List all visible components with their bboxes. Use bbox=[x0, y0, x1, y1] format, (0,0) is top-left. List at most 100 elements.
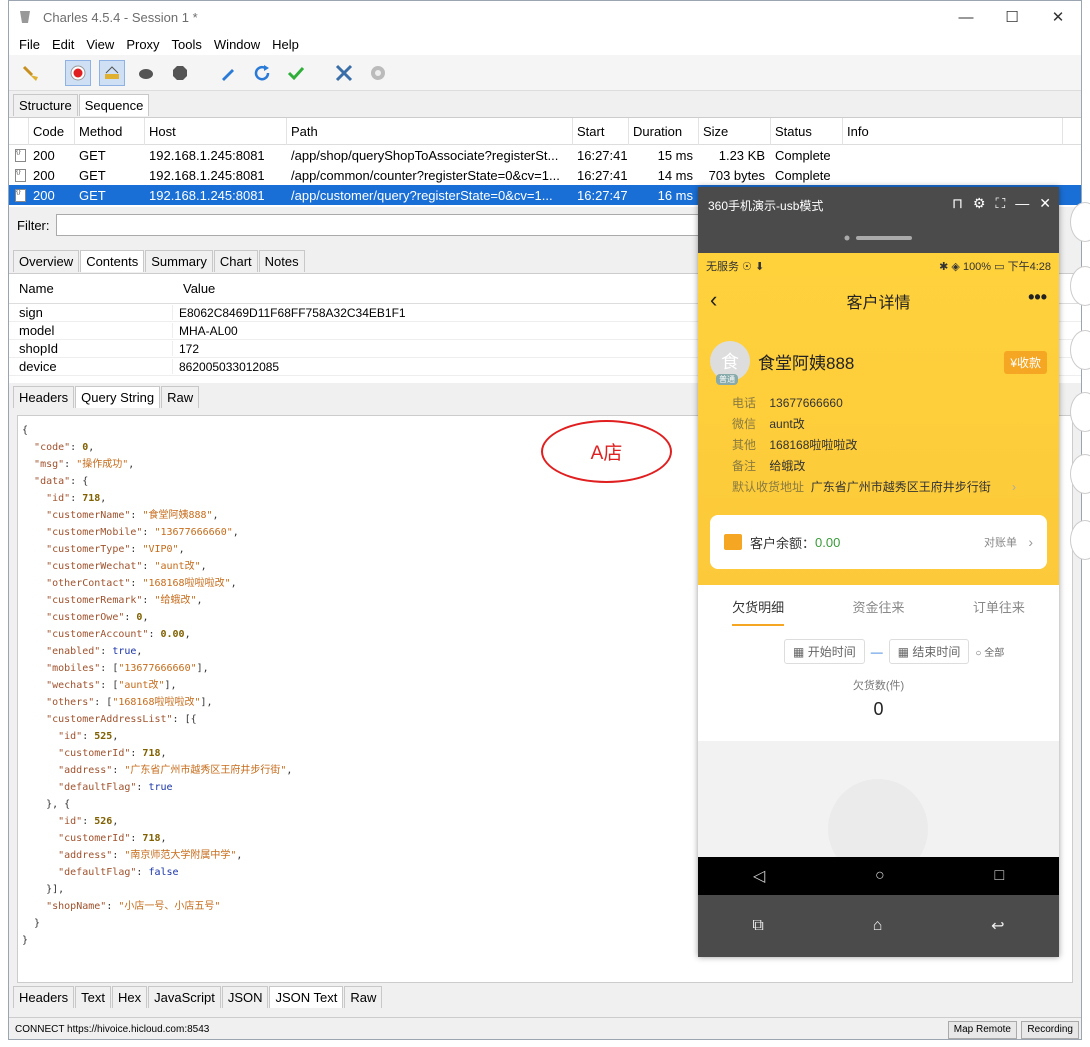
tab-query-string[interactable]: Query String bbox=[75, 386, 161, 408]
tab-owed-goods[interactable]: 欠货明细 bbox=[732, 597, 785, 626]
balance-card[interactable]: 客户余额： 0.00 对账单 › bbox=[710, 515, 1047, 569]
recording-button[interactable]: Recording bbox=[1021, 1021, 1079, 1039]
settings-icon[interactable]: ⚙ bbox=[973, 195, 986, 212]
android-back-icon[interactable]: ◁ bbox=[753, 866, 765, 886]
mirror-nav-bar: ⧉ ⌂ ↩ bbox=[698, 895, 1059, 957]
phone-window-bar: 360手机演示-usb模式 ⊓ ⚙ ⛶ — ✕ bbox=[698, 187, 1059, 223]
tab-javascript[interactable]: JavaScript bbox=[148, 986, 221, 1008]
col-path[interactable]: Path bbox=[287, 117, 573, 145]
fullscreen-icon[interactable]: ⛶ bbox=[995, 195, 1005, 212]
menu-proxy[interactable]: Proxy bbox=[120, 37, 165, 52]
menu-tools[interactable]: Tools bbox=[166, 37, 208, 52]
tab-body-headers[interactable]: Headers bbox=[13, 986, 75, 1008]
col-size[interactable]: Size bbox=[699, 117, 771, 145]
status-connect: CONNECT https://hivoice.hicloud.com:8543 bbox=[15, 1024, 210, 1035]
android-home-icon[interactable]: ○ bbox=[875, 867, 885, 885]
calendar-icon: ▦ bbox=[897, 645, 910, 659]
tab-raw[interactable]: Raw bbox=[161, 386, 200, 408]
table-row[interactable]: 200 GET 192.168.1.245:8081 /app/common/c… bbox=[9, 165, 1081, 185]
top-tabs: Structure Sequence bbox=[9, 91, 1081, 116]
annotation-ellipse: A店 bbox=[541, 420, 672, 483]
tab-contents[interactable]: Contents bbox=[80, 250, 145, 272]
tab-summary[interactable]: Summary bbox=[145, 250, 213, 272]
col-method[interactable]: Method bbox=[75, 117, 145, 145]
phone-status-bar: 无服务 ☉ ⬇ ✱ ◈ 100% ▭ 下午4:28 bbox=[706, 261, 1051, 273]
collect-payment-button[interactable]: ¥收款 bbox=[1004, 351, 1047, 374]
tab-json-text[interactable]: JSON Text bbox=[269, 986, 344, 1008]
start-time-button[interactable]: ▦ 开始时间 bbox=[784, 639, 865, 664]
menu-help[interactable]: Help bbox=[266, 37, 305, 52]
customer-info: 电话 13677666660 微信 aunt改 其他 168168啦啦啦改 备注… bbox=[732, 393, 1016, 498]
menu-file[interactable]: File bbox=[13, 37, 46, 52]
chevron-right-icon: › bbox=[1028, 534, 1033, 550]
tab-chart[interactable]: Chart bbox=[213, 250, 258, 272]
mirror-back-icon[interactable]: ↩ bbox=[991, 916, 1004, 936]
address-row[interactable]: 默认收货地址 广东省广州市越秀区王府井步行街 › bbox=[732, 477, 1016, 498]
tab-hex[interactable]: Hex bbox=[111, 986, 148, 1008]
throttle-icon[interactable] bbox=[99, 59, 125, 86]
tab-sequence[interactable]: Sequence bbox=[78, 94, 150, 116]
mirror-home-icon[interactable]: ⌂ bbox=[873, 917, 883, 935]
refresh-icon[interactable] bbox=[249, 60, 275, 86]
menu-window[interactable]: Window bbox=[208, 37, 266, 52]
balance-value: 0.00 bbox=[815, 534, 841, 550]
dock-icon[interactable]: ⊓ bbox=[952, 195, 963, 212]
check-icon[interactable] bbox=[283, 60, 309, 86]
tab-overview[interactable]: Overview bbox=[13, 250, 80, 272]
col-start[interactable]: Start bbox=[573, 117, 629, 145]
minimize-button[interactable]: — bbox=[943, 1, 989, 33]
gear-icon[interactable] bbox=[365, 60, 391, 86]
phone-drag-handle[interactable] bbox=[698, 223, 1059, 253]
broom-icon[interactable] bbox=[17, 60, 43, 86]
android-recents-icon[interactable]: □ bbox=[994, 867, 1004, 885]
json-file-icon bbox=[15, 168, 26, 182]
body-view-tabs: Headers Text Hex JavaScript JSON JSON Te… bbox=[9, 983, 383, 1008]
calendar-icon: ▦ bbox=[793, 645, 805, 659]
minimize-icon[interactable]: — bbox=[1015, 195, 1029, 212]
menu-view[interactable]: View bbox=[80, 37, 120, 52]
statement-link[interactable]: 对账单 bbox=[984, 534, 1017, 550]
col-status[interactable]: Status bbox=[771, 117, 843, 145]
avatar-tag: 普通 bbox=[716, 374, 738, 385]
close-icon[interactable]: ✕ bbox=[1039, 195, 1051, 212]
content-tabs: Overview Contents Summary Chart Notes bbox=[9, 247, 306, 272]
tab-notes[interactable]: Notes bbox=[258, 250, 305, 272]
all-radio[interactable]: ○ 全部 bbox=[975, 644, 1004, 659]
json-file-icon bbox=[15, 148, 26, 162]
kv-head-value: Value bbox=[183, 281, 216, 296]
pen-icon[interactable] bbox=[215, 60, 241, 86]
tab-text[interactable]: Text bbox=[75, 986, 111, 1008]
table-row[interactable]: 200 GET 192.168.1.245:8081 /app/shop/que… bbox=[9, 145, 1081, 165]
tab-orders[interactable]: 订单往来 bbox=[973, 597, 1025, 626]
status-bar: CONNECT https://hivoice.hicloud.com:8543… bbox=[9, 1017, 1081, 1039]
map-remote-button[interactable]: Map Remote bbox=[947, 1021, 1017, 1039]
menu-edit[interactable]: Edit bbox=[46, 37, 80, 52]
col-host[interactable]: Host bbox=[145, 117, 287, 145]
owe-value: 0 bbox=[873, 699, 884, 719]
close-button[interactable]: ✕ bbox=[1035, 1, 1081, 33]
back-arrow-icon[interactable]: ‹ bbox=[710, 287, 717, 313]
owe-label: 欠货数(件) bbox=[852, 680, 905, 692]
tab-headers[interactable]: Headers bbox=[13, 386, 75, 408]
turtle-icon[interactable] bbox=[133, 60, 159, 86]
col-duration[interactable]: Duration bbox=[629, 117, 699, 145]
tab-structure[interactable]: Structure bbox=[13, 94, 78, 116]
tab-json[interactable]: JSON bbox=[221, 986, 269, 1008]
col-info[interactable]: Info bbox=[843, 117, 1063, 145]
tools-icon[interactable] bbox=[331, 60, 357, 86]
json-file-icon bbox=[15, 188, 26, 202]
sequence-header: Code Method Host Path Start Duration Siz… bbox=[9, 117, 1081, 145]
record-icon[interactable] bbox=[65, 59, 91, 86]
more-icon[interactable]: ••• bbox=[1028, 287, 1047, 308]
maximize-button[interactable]: ☐ bbox=[989, 1, 1035, 33]
stop-icon[interactable] bbox=[167, 60, 193, 86]
page-title: 客户详情 bbox=[846, 295, 911, 312]
end-time-button[interactable]: ▦ 结束时间 bbox=[888, 639, 970, 664]
phone-mirror-window: 360手机演示-usb模式 ⊓ ⚙ ⛶ — ✕ 无服务 ☉ ⬇ ✱ ◈ 100%… bbox=[698, 187, 1059, 957]
tab-funds[interactable]: 资金往来 bbox=[852, 597, 904, 626]
tab-body-raw[interactable]: Raw bbox=[344, 986, 383, 1008]
mirror-recents-icon[interactable]: ⧉ bbox=[752, 917, 763, 935]
col-code[interactable]: Code bbox=[29, 117, 75, 145]
date-range: ▦ 开始时间 — ▦ 结束时间 ○ 全部 bbox=[784, 639, 1004, 664]
avatar: 食 普通 bbox=[710, 341, 750, 385]
